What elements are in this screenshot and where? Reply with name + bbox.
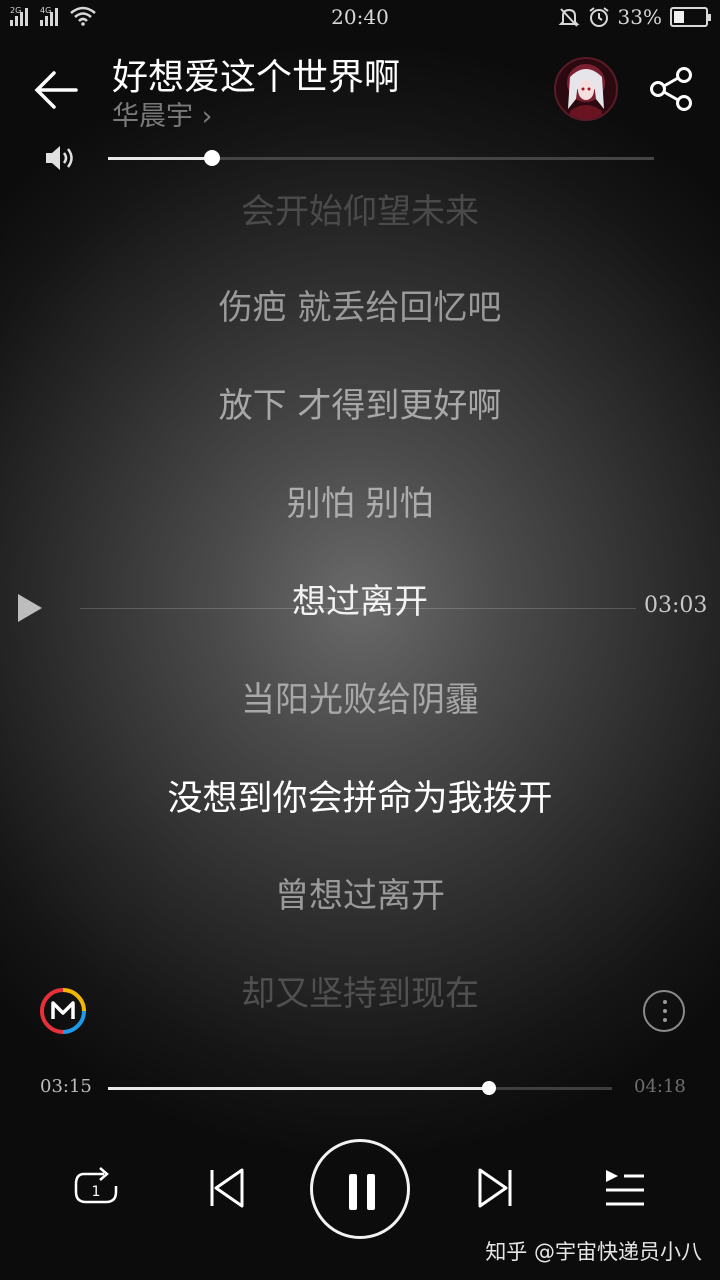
more-options-icon[interactable] <box>643 990 685 1032</box>
pause-bar-right <box>367 1174 375 1210</box>
album-art-avatar[interactable] <box>554 57 618 121</box>
back-arrow-icon[interactable] <box>32 68 80 112</box>
volume-icon[interactable] <box>44 144 76 172</box>
total-time: 04:18 <box>634 1076 686 1097</box>
lyric-line[interactable]: 曾想过离开 <box>0 868 720 917</box>
song-title: 好想爱这个世界啊 <box>112 57 401 98</box>
lyric-line[interactable]: 想过离开 <box>0 574 720 623</box>
repeat-one-icon[interactable]: 1 <box>72 1166 120 1210</box>
lyric-line[interactable]: 会开始仰望未来 <box>0 184 720 233</box>
lyric-seek-line <box>80 608 636 609</box>
playback-progress-bar[interactable] <box>108 1081 612 1095</box>
lyric-line[interactable]: 当阳光败给阴霾 <box>0 672 720 721</box>
share-icon[interactable] <box>648 66 696 112</box>
lyric-line[interactable]: 放下 才得到更好啊 <box>0 378 720 427</box>
pause-bar-left <box>349 1174 357 1210</box>
current-time: 03:15 <box>40 1076 92 1097</box>
next-track-icon[interactable] <box>476 1166 516 1210</box>
mute-bell-icon <box>558 8 579 27</box>
volume-slider[interactable] <box>108 150 654 166</box>
avatar-art-icon <box>568 69 604 119</box>
battery-icon <box>670 7 711 27</box>
watermark: 知乎 @宇宙快递员小八 <box>485 1240 702 1264</box>
seek-play-icon[interactable] <box>16 592 44 624</box>
lyric-line[interactable]: 没想到你会拼命为我拨开 <box>0 770 720 821</box>
volume-thumb[interactable] <box>203 150 220 166</box>
lyric-line[interactable]: 别怕 别怕 <box>0 476 720 525</box>
repeat-badge: 1 <box>92 1184 101 1200</box>
lyric-line[interactable]: 伤疤 就丢给回忆吧 <box>0 280 720 329</box>
pause-button[interactable] <box>310 1139 410 1239</box>
artist-link[interactable]: 华晨宇 › <box>112 94 212 133</box>
previous-track-icon[interactable] <box>206 1166 246 1210</box>
lyric-line[interactable]: 却又坚持到现在 <box>0 966 720 1015</box>
volume-fill <box>108 157 212 160</box>
alarm-clock-icon <box>588 7 609 27</box>
status-right: 33% <box>558 5 711 29</box>
status-bar: 2G 4G 20:40 33% <box>0 0 720 34</box>
music-app-logo-icon[interactable] <box>38 986 88 1036</box>
playlist-queue-icon[interactable] <box>602 1166 646 1210</box>
seek-time: 03:03 <box>644 593 708 618</box>
battery-percent: 33% <box>617 5 662 29</box>
progress-thumb[interactable] <box>481 1081 496 1095</box>
progress-fill <box>108 1087 489 1090</box>
